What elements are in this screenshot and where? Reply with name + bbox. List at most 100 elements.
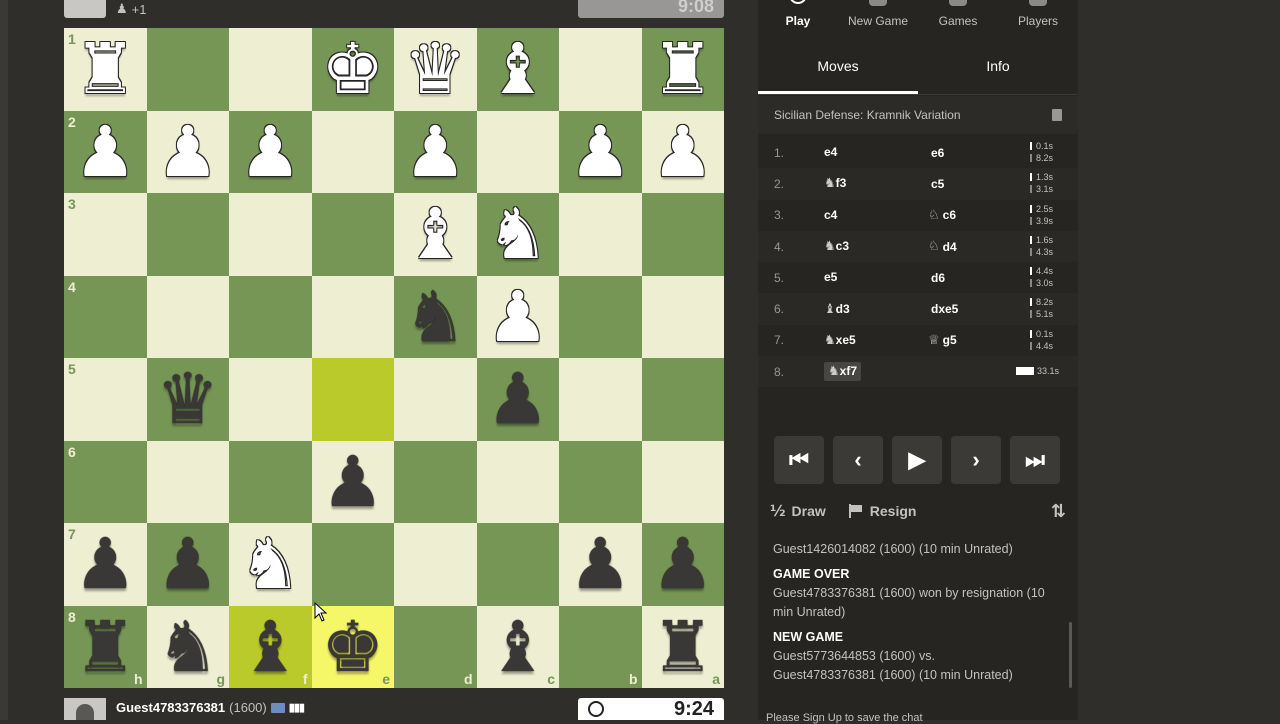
board-square[interactable] [641,193,724,276]
board-square[interactable] [476,523,559,606]
board-square[interactable]: g ♞ [146,605,229,688]
white-pawn-icon[interactable]: ♟ [156,117,219,187]
white-rook-icon[interactable]: ♜ [74,34,137,104]
board-square[interactable] [476,110,559,193]
nav-players[interactable]: Players [998,0,1078,40]
black-pawn-icon[interactable]: ♟ [486,364,549,434]
black-rook-icon[interactable]: ♜ [651,612,714,682]
flip-board-icon[interactable]: ⇅ [1051,501,1066,522]
white-move[interactable]: ♞xe5 [824,333,928,348]
first-move-button[interactable]: ⏮ [774,436,824,484]
board-square[interactable] [146,193,229,276]
board-square[interactable]: a ♜ [641,605,724,688]
white-move[interactable]: ♝d3 [824,302,928,317]
board-square[interactable]: d [394,605,477,688]
last-move-button[interactable]: ⏭ [1010,436,1060,484]
white-pawn-icon[interactable]: ♟ [239,117,302,187]
board-square[interactable]: ♟ [559,523,642,606]
white-pawn-icon[interactable]: ♟ [569,117,632,187]
board-square[interactable]: 2 ♟ [64,110,147,193]
board-square[interactable]: 3 [64,193,147,276]
white-move[interactable]: ♞xf7 [824,362,928,382]
white-knight-icon[interactable]: ♞ [239,529,302,599]
board-square[interactable]: ♜ [641,28,724,111]
board-square[interactable]: ♟ [229,110,312,193]
board-square[interactable]: ♟ [559,110,642,193]
draw-button[interactable]: ½ Draw [770,502,826,520]
black-queen-icon[interactable]: ♛ [156,364,219,434]
black-knight-icon[interactable]: ♞ [156,612,219,682]
board-square[interactable]: 7 ♟ [64,523,147,606]
board-square[interactable] [146,275,229,358]
board-square[interactable]: 6 [64,440,147,523]
chess-board[interactable]: 1 ♜ ♚ ♛ ♝ ♜ 2 ♟ ♟ ♟ ♟ ♟ ♟ 3 ♝ ♞ 4 ♞ ♟ 5 ♛ ♟ 6 ♟ 7 ♟ ♟ ♞ ♟ ♟ 8 h ♜ g ♞ f ♝ e ♚ d… [64,28,724,688]
white-move[interactable]: ♞c3 [824,239,928,254]
black-move[interactable]: ♘ d4 [928,239,1032,254]
board-square[interactable] [559,275,642,358]
board-square[interactable]: ♞ [476,193,559,276]
black-move[interactable]: d6 [928,271,1032,285]
board-square[interactable]: ♟ [476,275,559,358]
nav-play[interactable]: Play [758,0,838,40]
next-move-button[interactable]: › [951,436,1001,484]
board-square[interactable]: ♟ [476,358,559,441]
black-pawn-icon[interactable]: ♟ [569,529,632,599]
board-square[interactable]: f ♝ [229,605,312,688]
board-square[interactable]: 8 h ♜ [64,605,147,688]
previous-move-button[interactable]: ‹ [833,436,883,484]
board-square[interactable] [311,523,394,606]
board-square[interactable]: ♟ [641,110,724,193]
white-pawn-icon[interactable]: ♟ [651,117,714,187]
board-square[interactable] [229,28,312,111]
white-queen-icon[interactable]: ♛ [404,34,467,104]
black-pawn-icon[interactable]: ♟ [74,529,137,599]
chat-scrollbar[interactable] [1069,622,1072,688]
board-square[interactable] [229,440,312,523]
board-square[interactable]: ♞ [229,523,312,606]
white-move[interactable]: c4 [824,208,928,223]
board-square[interactable] [394,358,477,441]
board-square[interactable] [311,358,394,441]
black-pawn-icon[interactable]: ♟ [651,529,714,599]
black-rook-icon[interactable]: ♜ [74,612,137,682]
resign-button[interactable]: Resign [848,503,916,519]
board-square[interactable]: ♝ [476,28,559,111]
tab-info[interactable]: Info [918,48,1078,94]
board-square[interactable]: ♟ [641,523,724,606]
board-square[interactable]: ♟ [146,110,229,193]
board-square[interactable]: ♛ [394,28,477,111]
trash-icon[interactable] [1052,109,1062,121]
board-square[interactable] [229,275,312,358]
board-square[interactable] [559,193,642,276]
white-move[interactable]: e5 [824,270,928,285]
black-move[interactable]: e6 [928,146,1032,160]
player-name[interactable]: Guest4783376381 [116,700,225,715]
black-bishop-icon[interactable]: ♝ [239,612,302,682]
black-knight-icon[interactable]: ♞ [404,282,467,352]
white-pawn-icon[interactable]: ♟ [486,282,549,352]
black-move[interactable]: dxe5 [928,302,1032,316]
board-square[interactable]: b [559,605,642,688]
white-rook-icon[interactable]: ♜ [651,34,714,104]
white-bishop-icon[interactable]: ♝ [404,199,467,269]
board-square[interactable] [229,358,312,441]
black-move[interactable]: ♘ c6 [928,208,1032,223]
black-move[interactable]: ♕ g5 [928,333,1032,348]
board-square[interactable]: ♛ [146,358,229,441]
white-move[interactable]: ♞f3 [824,176,928,191]
white-pawn-icon[interactable]: ♟ [404,117,467,187]
black-king-icon[interactable]: ♚ [321,612,384,682]
board-square[interactable]: ♞ [394,275,477,358]
board-square[interactable]: ♟ [311,440,394,523]
board-square[interactable] [394,440,477,523]
play-button[interactable]: ▶ [892,436,942,484]
nav-games[interactable]: Games [918,0,998,40]
board-square[interactable] [311,193,394,276]
white-knight-icon[interactable]: ♞ [486,199,549,269]
board-square[interactable]: 4 [64,275,147,358]
board-square[interactable] [559,440,642,523]
board-square[interactable] [559,358,642,441]
white-move[interactable]: e4 [824,145,928,160]
black-pawn-icon[interactable]: ♟ [321,447,384,517]
board-square[interactable] [311,275,394,358]
